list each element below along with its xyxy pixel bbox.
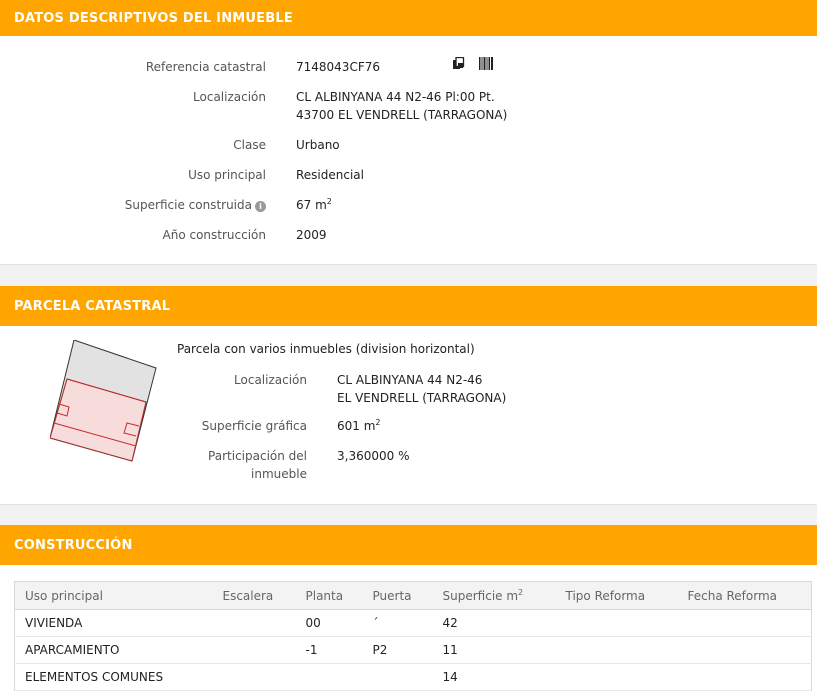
column-header: Planta	[295, 581, 363, 610]
table-cell	[555, 663, 678, 691]
section-header-construccion: CONSTRUCCIÓN	[0, 525, 817, 565]
anio-value: 2009	[296, 228, 327, 242]
table-cell: 14	[432, 663, 556, 691]
table-cell: ´	[362, 609, 433, 637]
unit-exponent: 2	[375, 418, 381, 427]
section-gap	[0, 505, 817, 525]
field-label: Año construcción	[162, 228, 267, 242]
table-cell: 11	[432, 636, 556, 664]
info-icon[interactable]: i	[255, 201, 266, 212]
field-label: Localización	[193, 90, 266, 104]
parcel-map-thumbnail[interactable]	[50, 340, 162, 464]
superficie-label-text: Superficie construida	[124, 198, 252, 212]
table-cell: VIVIENDA	[14, 609, 213, 637]
table-cell: 42	[432, 609, 556, 637]
table-row: APARCAMIENTO -1 P2 11	[14, 636, 812, 664]
barcode-icon[interactable]	[479, 57, 493, 73]
section-header-parcela: PARCELA CATASTRAL	[0, 286, 817, 326]
section-title: CONSTRUCCIÓN	[14, 537, 133, 553]
datos-panel: Referencia catastral 7148043CF76 Localiz…	[0, 36, 817, 265]
section-title: DATOS DESCRIPTIVOS DEL INMUEBLE	[14, 10, 293, 26]
table-cell: P2	[362, 636, 433, 664]
superficie-grafica-text: 601 m	[337, 419, 376, 433]
table-cell	[362, 663, 433, 691]
table-cell	[677, 663, 812, 691]
parcela-loc-line2: EL VENDRELL (TARRAGONA)	[337, 391, 507, 405]
column-header-text: Superficie m	[442, 588, 519, 603]
superficie-value: 67 m2	[296, 196, 332, 214]
table-cell	[212, 609, 296, 637]
table-row: ELEMENTOS COMUNES 14	[14, 663, 812, 691]
participacion-label-line2: inmueble	[251, 467, 307, 481]
table-cell: 00	[295, 609, 363, 637]
field-label: Uso principal	[188, 168, 266, 182]
field-label: Clase	[233, 138, 266, 152]
parcela-loc-line1: CL ALBINYANA 44 N2-46	[337, 373, 483, 387]
field-label: Referencia catastral	[145, 60, 266, 74]
section-title: PARCELA CATASTRAL	[14, 298, 171, 314]
column-header: Fecha Reforma	[677, 581, 812, 610]
column-header: Uso principal	[14, 581, 213, 610]
table-cell	[212, 636, 296, 664]
localizacion-value: CL ALBINYANA 44 N2-46 Pl:00 Pt. 43700 EL…	[296, 88, 507, 124]
table-cell: -1	[295, 636, 363, 664]
table-cell	[295, 663, 363, 691]
clase-value: Urbano	[296, 138, 340, 152]
table-row: VIVIENDA 00 ´ 42	[14, 609, 812, 637]
participacion-label-line1: Participación del	[208, 449, 307, 463]
section-gap	[0, 265, 817, 286]
column-header: Puerta	[362, 581, 433, 610]
superficie-grafica-value: 601 m2	[337, 417, 381, 435]
localizacion-line2: 43700 EL VENDRELL (TARRAGONA)	[296, 108, 508, 122]
table-cell	[212, 663, 296, 691]
copy-icon[interactable]	[452, 56, 465, 73]
construccion-table: Uso principal Escalera Planta Puerta Sup…	[14, 581, 812, 691]
parcela-panel: Parcela con varios inmuebles (division h…	[0, 326, 817, 505]
column-header: Escalera	[212, 581, 296, 610]
unit-exponent: 2	[326, 197, 332, 206]
table-cell	[677, 636, 812, 664]
section-header-datos: DATOS DESCRIPTIVOS DEL INMUEBLE	[0, 0, 817, 36]
construccion-panel: Uso principal Escalera Planta Puerta Sup…	[0, 565, 817, 693]
column-header: Tipo Reforma	[555, 581, 678, 610]
superficie-value-text: 67 m	[296, 198, 327, 212]
table-header-row: Uso principal Escalera Planta Puerta Sup…	[14, 581, 812, 610]
field-label: Participación del inmueble	[147, 447, 307, 483]
uso-value: Residencial	[296, 168, 364, 182]
participacion-value: 3,360000 %	[337, 449, 410, 463]
table-cell	[555, 609, 678, 637]
field-label: Localización	[234, 373, 307, 387]
referencia-value[interactable]: 7148043CF76	[296, 58, 380, 76]
field-label: Superficie construida i	[125, 196, 266, 214]
table-cell	[677, 609, 812, 637]
field-label: Superficie gráfica	[201, 419, 307, 433]
parcela-localizacion-value: CL ALBINYANA 44 N2-46 EL VENDRELL (TARRA…	[337, 371, 506, 407]
table-cell: ELEMENTOS COMUNES	[14, 663, 213, 691]
parcela-title: Parcela con varios inmuebles (division h…	[177, 342, 475, 356]
table-cell: APARCAMIENTO	[14, 636, 213, 664]
table-cell	[555, 636, 678, 664]
unit-exponent: 2	[518, 587, 524, 597]
column-header: Superficie m2	[432, 581, 556, 610]
localizacion-line1: CL ALBINYANA 44 N2-46 Pl:00 Pt.	[296, 90, 495, 104]
